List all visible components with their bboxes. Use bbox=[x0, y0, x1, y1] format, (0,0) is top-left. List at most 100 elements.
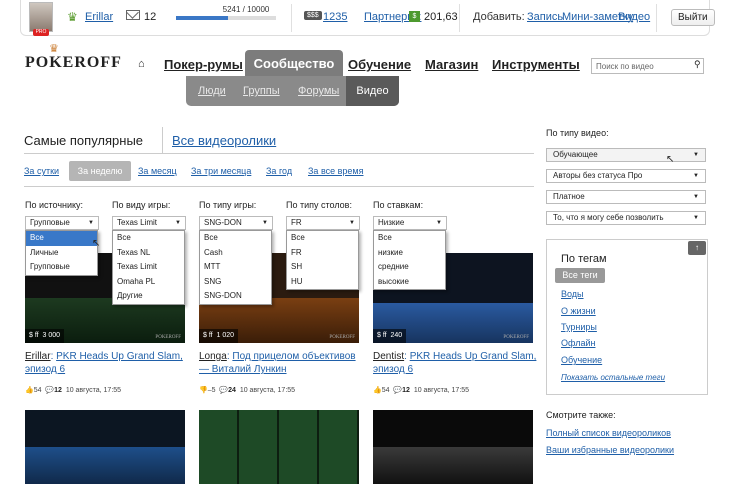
video-type-select[interactable]: Обучающее ▼ bbox=[546, 148, 706, 162]
period-three-months[interactable]: За три месяца bbox=[191, 166, 251, 176]
dropdown-option[interactable]: средние bbox=[374, 260, 445, 275]
video-type-label: По типу видео: bbox=[546, 128, 609, 138]
subnav-forums[interactable]: Форумы bbox=[298, 85, 339, 97]
affordable-select[interactable]: То, что я могу себе позволить ▼ bbox=[546, 211, 706, 225]
video-author[interactable]: Longa bbox=[199, 351, 227, 362]
period-all-time[interactable]: За все время bbox=[308, 166, 363, 176]
home-icon[interactable]: ⌂ bbox=[138, 58, 145, 70]
video-thumbnail[interactable] bbox=[25, 410, 185, 484]
thumb-stats: $ ff 240 bbox=[373, 329, 407, 343]
nav-community[interactable]: Сообщество bbox=[245, 50, 343, 76]
nav-learning[interactable]: Обучение bbox=[348, 57, 411, 72]
search-icon[interactable]: ⚲ bbox=[694, 59, 701, 70]
tag-all[interactable]: Все теги bbox=[555, 268, 605, 283]
select-value: Платное bbox=[553, 192, 585, 201]
subnav-video[interactable]: Видео bbox=[346, 76, 399, 106]
video-thumbnail[interactable] bbox=[373, 410, 533, 484]
tag-link[interactable]: Офлайн bbox=[561, 338, 595, 348]
chevron-down-icon: ▼ bbox=[693, 173, 699, 179]
favorite-videos-link[interactable]: Ваши избранные видеоролики bbox=[546, 445, 674, 455]
thumb-brand: POKEROFF bbox=[503, 335, 529, 340]
tag-link[interactable]: Воды bbox=[561, 289, 584, 299]
dropdown-option[interactable]: Texas NL bbox=[113, 246, 184, 261]
dropdown-option[interactable]: SNG-DON bbox=[200, 289, 271, 304]
period-week[interactable]: За неделю bbox=[69, 161, 131, 181]
dropdown-option[interactable]: Все bbox=[287, 231, 358, 246]
nav-poker-rooms[interactable]: Покер-румы bbox=[164, 57, 243, 72]
dropdown-option[interactable]: Cash bbox=[200, 246, 271, 261]
dropdown-option[interactable]: HU bbox=[287, 275, 358, 290]
dropdown-option[interactable]: FR bbox=[287, 246, 358, 261]
tab-popular[interactable]: Самые популярные bbox=[24, 133, 143, 148]
search-input[interactable]: Поиск по видео bbox=[591, 58, 704, 74]
money-value: 201,63 bbox=[424, 11, 458, 23]
filter-stakes-dropdown: Все низкие средние высокие bbox=[373, 230, 446, 290]
filter-stakes-select[interactable]: Низкие ▼ bbox=[373, 216, 447, 230]
select-value: Низкие bbox=[378, 218, 405, 227]
period-year[interactable]: За год bbox=[266, 166, 292, 176]
video-meta: 👍54 💬12 10 августа, 17:55 bbox=[25, 387, 122, 394]
dropdown-option[interactable]: Все bbox=[26, 231, 97, 246]
filter-table-dropdown: Все FR SH HU bbox=[286, 230, 359, 290]
username-link[interactable]: Erillar bbox=[85, 11, 113, 23]
dropdown-option[interactable]: SNG bbox=[200, 275, 271, 290]
mail-icon[interactable] bbox=[126, 10, 140, 20]
filter-game-type-select[interactable]: SNG-DON ▼ bbox=[199, 216, 273, 230]
period-month[interactable]: За месяц bbox=[138, 166, 177, 176]
tag-link[interactable]: Обучение bbox=[561, 355, 602, 365]
all-videos-link[interactable]: Полный список видеороликов bbox=[546, 428, 671, 438]
video-author[interactable]: Dentist bbox=[373, 351, 404, 362]
filter-source-label: По источнику: bbox=[25, 200, 84, 210]
avatar[interactable] bbox=[29, 2, 53, 32]
period-day[interactable]: За сутки bbox=[24, 166, 59, 176]
video-title[interactable]: Dentist: PKR Heads Up Grand Slam, эпизод… bbox=[373, 350, 538, 376]
author-status-select[interactable]: Авторы без статуса Про ▼ bbox=[546, 169, 706, 183]
logout-button[interactable]: Выйти bbox=[671, 9, 715, 26]
tab-separator bbox=[162, 127, 163, 154]
video-title[interactable]: Longa: Под прицелом объективов — Виталий… bbox=[199, 350, 359, 376]
dropdown-option[interactable]: высокие bbox=[374, 275, 445, 290]
level-icon: ♛ bbox=[67, 10, 78, 24]
subnav-groups[interactable]: Группы bbox=[243, 85, 280, 97]
chevron-down-icon: ▼ bbox=[693, 194, 699, 200]
add-post-link[interactable]: Запись bbox=[527, 11, 563, 23]
video-author[interactable]: Erillar bbox=[25, 351, 51, 362]
chevron-down-icon: ▼ bbox=[262, 220, 268, 226]
filter-game-type-label: По типу игры: bbox=[199, 200, 257, 210]
video-thumbnail[interactable] bbox=[199, 410, 359, 484]
nav-tools[interactable]: Инструменты bbox=[492, 57, 580, 72]
dropdown-option[interactable]: Omaha PL bbox=[113, 275, 184, 290]
filter-stakes-label: По ставкам: bbox=[373, 200, 424, 210]
tag-link[interactable]: О жизни bbox=[561, 306, 596, 316]
dropdown-option[interactable]: Все bbox=[200, 231, 271, 246]
dropdown-option[interactable]: Другие bbox=[113, 289, 184, 304]
dropdown-option[interactable]: низкие bbox=[374, 246, 445, 261]
dropdown-option[interactable]: Все bbox=[113, 231, 184, 246]
dropdown-option[interactable]: MTT bbox=[200, 260, 271, 275]
dropdown-option[interactable]: Все bbox=[374, 231, 445, 246]
paid-select[interactable]: Платное ▼ bbox=[546, 190, 706, 204]
dropdown-option[interactable]: Texas Limit bbox=[113, 260, 184, 275]
select-value: SNG-DON bbox=[204, 218, 242, 227]
select-value: Авторы без статуса Про bbox=[553, 171, 643, 180]
tags-more-link[interactable]: Показать остальные теги bbox=[561, 373, 665, 382]
divider bbox=[656, 4, 657, 32]
nav-shop[interactable]: Магазин bbox=[425, 57, 478, 72]
video-meta: 👍54 💬12 10 августа, 17:55 bbox=[373, 387, 470, 394]
filter-game-select[interactable]: Texas Limit ▼ bbox=[112, 216, 186, 230]
filter-table-select[interactable]: FR ▼ bbox=[286, 216, 360, 230]
collapse-icon[interactable]: ↑ bbox=[688, 241, 706, 255]
filter-source-select[interactable]: Групповые ▼ bbox=[25, 216, 99, 230]
video-title[interactable]: Erillar: PKR Heads Up Grand Slam, эпизод… bbox=[25, 350, 190, 376]
dropdown-option[interactable]: Личные bbox=[26, 246, 97, 261]
add-video-link[interactable]: Видео bbox=[618, 11, 650, 23]
tab-all-videos[interactable]: Все видеоролики bbox=[172, 133, 276, 148]
dropdown-option[interactable]: SH bbox=[287, 260, 358, 275]
subnav-people[interactable]: Люди bbox=[198, 85, 226, 97]
tag-link[interactable]: Турниры bbox=[561, 322, 597, 332]
chevron-down-icon: ▼ bbox=[436, 220, 442, 226]
dropdown-option[interactable]: Групповые bbox=[26, 260, 97, 275]
filter-game-dropdown: Все Texas NL Texas Limit Omaha PL Другие bbox=[112, 230, 185, 305]
logo[interactable]: POKEROFF bbox=[25, 54, 122, 72]
rank-value[interactable]: 1235 bbox=[323, 11, 347, 23]
